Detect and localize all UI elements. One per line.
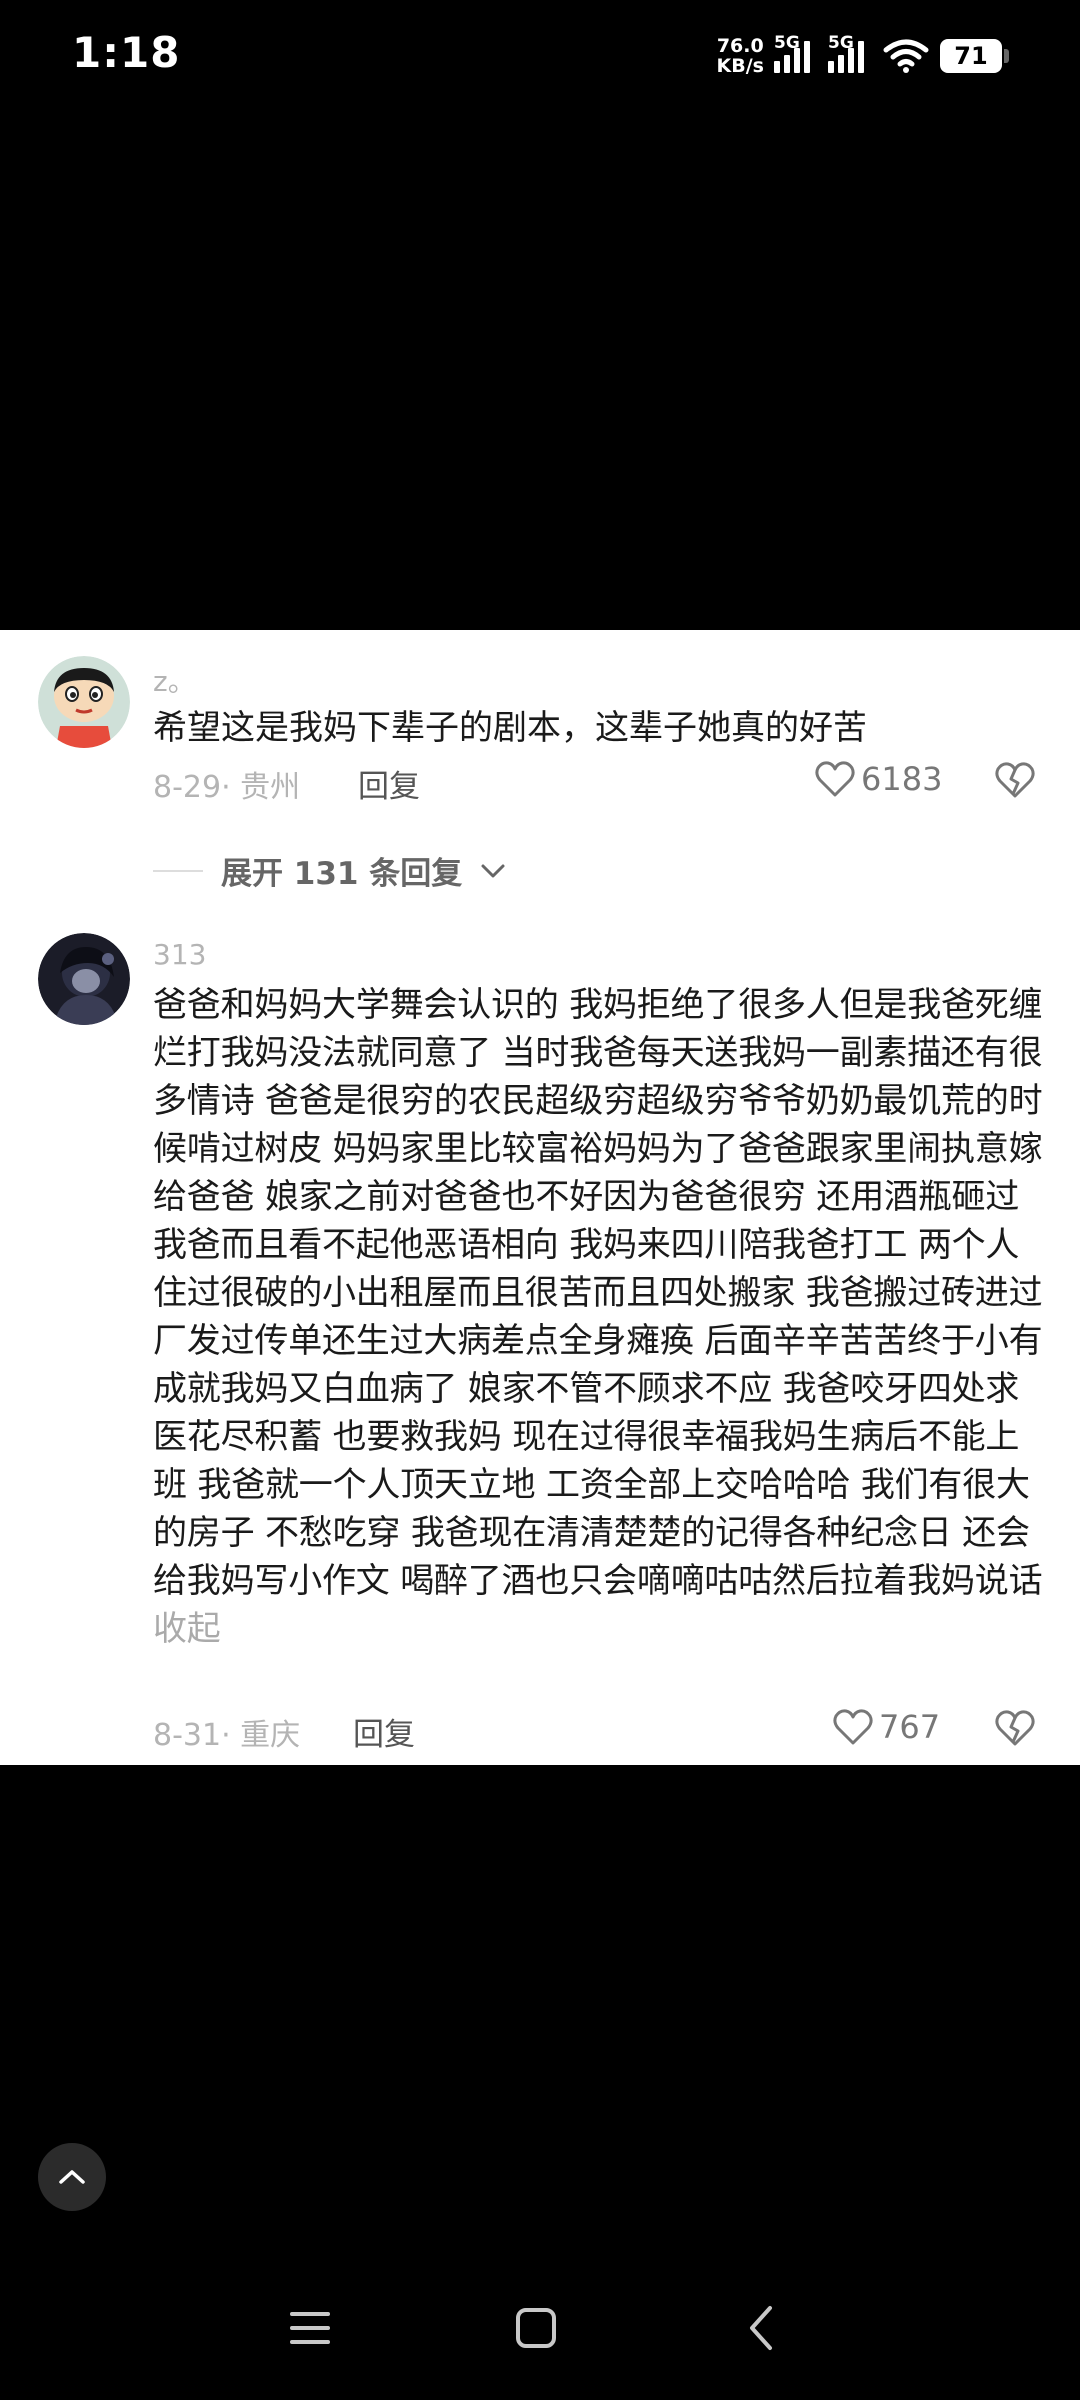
expand-replies-button[interactable]: 展开 131 条回复: [153, 848, 506, 893]
comment-username[interactable]: 313: [153, 938, 206, 971]
battery-icon: 71: [940, 39, 1009, 73]
like-button[interactable]: 6183: [815, 760, 942, 798]
broken-heart-icon[interactable]: [995, 760, 1035, 800]
heart-outline-icon: [815, 761, 855, 797]
reply-button[interactable]: 回复: [353, 1709, 415, 1754]
signal-icon-sim2: 5G: [828, 33, 872, 73]
network-speed-unit: KB/s: [716, 55, 764, 77]
like-count: 767: [879, 1708, 941, 1746]
system-navigation-bar: [0, 2280, 1080, 2380]
collapse-button[interactable]: 收起: [153, 1609, 221, 1649]
comment-text: 希望这是我妈下辈子的剧本，这辈子她真的好苦: [153, 708, 867, 748]
network-speed-value: 76.0: [716, 35, 764, 57]
status-icons: 76.0 KB/s 5G 5G 71: [717, 33, 1009, 76]
status-time: 1:18: [72, 28, 181, 77]
signal-icon-sim1: 5G: [774, 33, 818, 73]
comment-body: 爸爸和妈妈大学舞会认识的 我妈拒绝了很多人但是我爸死缠烂打我妈没法就同意了 当时…: [153, 985, 1043, 1601]
sim2-network-type: 5G: [828, 33, 854, 53]
battery-level: 71: [954, 42, 988, 70]
network-speed: 76.0 KB/s: [717, 36, 764, 76]
like-count: 6183: [861, 760, 943, 798]
chevron-left-icon[interactable]: [744, 2304, 778, 2352]
divider-line: [153, 869, 203, 872]
square-icon[interactable]: [514, 2306, 558, 2350]
chevron-down-icon: [481, 864, 505, 877]
avatar[interactable]: [38, 933, 130, 1025]
comment-date-location: 8-29· 贵州: [153, 770, 301, 805]
comments-panel: z。 希望这是我妈下辈子的剧本，这辈子她真的好苦 8-29· 贵州 回复 618…: [0, 630, 1080, 1765]
chevron-up-icon: [59, 2170, 85, 2184]
comment-username[interactable]: z。: [153, 660, 196, 700]
wifi-icon: [883, 39, 929, 73]
sim1-network-type: 5G: [774, 33, 800, 53]
menu-icon[interactable]: [288, 2308, 332, 2348]
status-bar: 1:18 76.0 KB/s 5G 5G 71: [0, 0, 1080, 120]
broken-heart-icon[interactable]: [995, 1708, 1035, 1748]
avatar[interactable]: [38, 656, 130, 748]
scroll-top-button[interactable]: [38, 2143, 106, 2211]
comment-date-location: 8-31· 重庆: [153, 1718, 301, 1753]
like-button[interactable]: 767: [833, 1708, 940, 1746]
heart-outline-icon: [833, 1709, 873, 1745]
expand-replies-label: 展开 131 条回复: [221, 856, 463, 892]
comment-text: 爸爸和妈妈大学舞会认识的 我妈拒绝了很多人但是我爸死缠烂打我妈没法就同意了 当时…: [153, 981, 1048, 1653]
reply-button[interactable]: 回复: [358, 761, 420, 806]
